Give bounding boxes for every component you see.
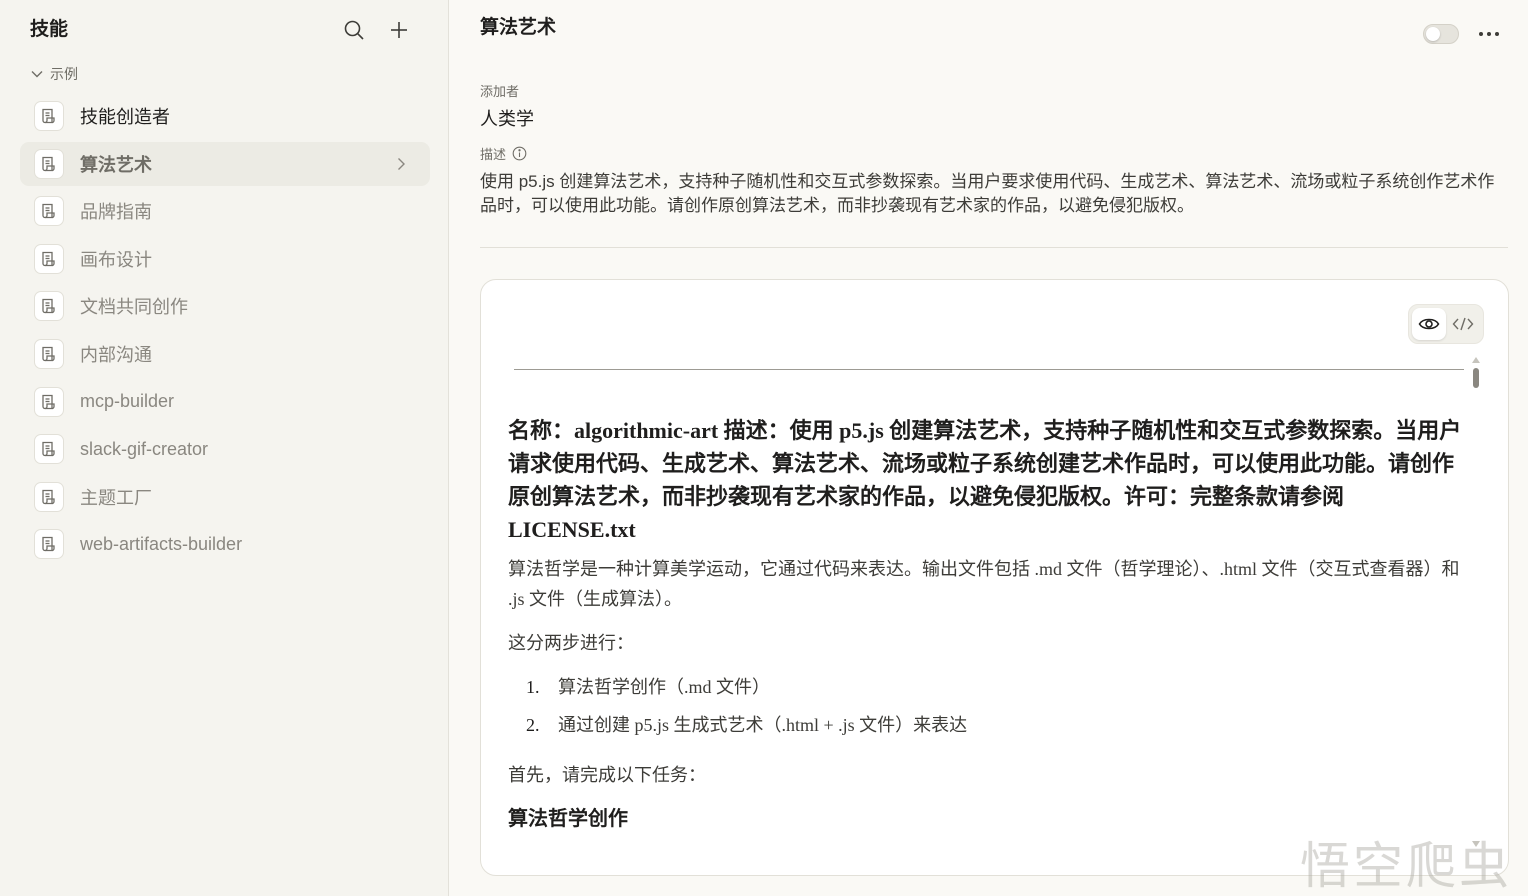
list-item: 2. 通过创建 p5.js 生成式艺术（.html + .js 文件）来表达 (526, 710, 1468, 740)
scroll-icon (34, 243, 64, 274)
sidebar-skill-item[interactable]: 主题工厂 (20, 475, 430, 519)
main-panel: 算法艺术 添加者 人类学 描述 使用 p5.js 创建算法艺术，支持种子随机性和… (450, 0, 1528, 896)
added-by-value: 人类学 (480, 109, 534, 129)
preview-view-button[interactable] (1412, 308, 1446, 340)
skill-content-card: 名称：algorithmic-art 描述：使用 p5.js 创建算法艺术，支持… (480, 279, 1509, 876)
skill-item-label: mcp-builder (80, 391, 175, 412)
first-task-text: 首先，请完成以下任务： (508, 765, 706, 785)
scroll-icon (34, 196, 64, 227)
document-subheading: 算法哲学创作 (508, 808, 628, 830)
sidebar-title: 技能 (30, 19, 69, 40)
scroll-icon (34, 481, 64, 512)
list-item-number: 2. (526, 715, 540, 735)
view-mode-toggle (1408, 304, 1484, 344)
skill-item-label: 画布设计 (80, 249, 152, 270)
scroll-icon (34, 529, 64, 560)
steps-intro: 这分两步进行： (508, 633, 634, 653)
skill-item-label: 文档共同创作 (80, 297, 188, 318)
search-icon (344, 20, 364, 40)
document-intro: 算法哲学是一种计算美学运动，它通过代码来表达。输出文件包括 .md 文件（哲学理… (508, 559, 1460, 609)
more-options-button[interactable] (1477, 22, 1501, 46)
sidebar-skill-item[interactable]: 文档共同创作 (20, 284, 430, 328)
search-button[interactable] (342, 18, 366, 42)
skill-list: 技能创造者算法艺术品牌指南画布设计文档共同创作 内部沟通 mcp-builder sl… (20, 94, 430, 570)
skill-item-label: 内部沟通 (80, 344, 152, 365)
scroll-icon (34, 338, 64, 369)
description-label: 描述 (480, 144, 527, 163)
skill-item-label: web-artifacts-builder (80, 533, 243, 554)
skill-item-label: 算法艺术 (80, 154, 152, 175)
steps-list: 1. 算法哲学创作（.md 文件） 2. 通过创建 p5.js 生成式艺术（.h… (526, 672, 1468, 740)
list-item-text: 算法哲学创作（.md 文件） (558, 677, 770, 697)
scroll-icon (34, 434, 64, 465)
description-text: 使用 p5.js 创建算法艺术，支持种子随机性和交互式参数探索。当用户要求使用代… (480, 172, 1495, 215)
skill-item-label: 品牌指南 (80, 202, 152, 223)
scroll-up-arrow-icon[interactable] (1471, 356, 1481, 364)
document-scrollbar-thumb[interactable] (1473, 368, 1479, 388)
list-item-number: 1. (526, 677, 540, 697)
divider (480, 247, 1508, 248)
skill-document: 名称：algorithmic-art 描述：使用 p5.js 创建算法艺术，支持… (508, 414, 1468, 850)
page-title: 算法艺术 (480, 17, 557, 38)
sidebar: 技能 示例 技能创造者算法艺术品牌指南画布设计文档共同创作 内部沟通 mcp-bui… (0, 0, 449, 896)
added-by-label: 添加者 (480, 81, 519, 100)
description-label-text: 描述 (480, 147, 507, 162)
info-icon[interactable] (512, 146, 527, 161)
sidebar-skill-item[interactable]: 算法艺术 (20, 141, 430, 186)
scroll-icon (34, 101, 64, 131)
chevron-right-icon (392, 155, 410, 173)
plus-icon (391, 22, 407, 38)
scroll-icon (34, 148, 64, 179)
watermark: 悟空爬虫 (1300, 837, 1512, 895)
skill-item-label: 技能创造者 (80, 107, 170, 127)
chevron-down-icon (31, 71, 43, 78)
group-label: 示例 (50, 66, 78, 82)
eye-icon (1418, 318, 1440, 330)
document-heading: 名称：algorithmic-art 描述：使用 p5.js 创建算法艺术，支持… (508, 418, 1462, 542)
ellipsis-icon (1479, 32, 1499, 36)
code-view-button[interactable] (1446, 308, 1480, 340)
scroll-icon (34, 386, 64, 417)
list-item: 1. 算法哲学创作（.md 文件） (526, 672, 1468, 702)
code-icon (1452, 317, 1474, 331)
add-skill-button[interactable] (387, 18, 411, 42)
document-rule (514, 369, 1464, 370)
sidebar-skill-item[interactable]: 画布设计 (20, 237, 430, 281)
sidebar-skill-item[interactable]: slack-gif-creator (20, 427, 430, 471)
group-toggle-examples[interactable]: 示例 (30, 64, 78, 84)
sidebar-skill-item[interactable]: web-artifacts-builder (20, 522, 430, 566)
skill-enable-toggle[interactable] (1423, 24, 1459, 44)
sidebar-skill-item[interactable]: 内部沟通 (20, 332, 430, 376)
sidebar-skill-item[interactable]: mcp-builder (20, 380, 430, 424)
scroll-icon (34, 291, 64, 322)
toggle-knob (1426, 27, 1440, 41)
sidebar-skill-item[interactable]: 品牌指南 (20, 189, 430, 233)
skill-item-label: slack-gif-creator (80, 438, 209, 459)
skill-item-label: 主题工厂 (80, 487, 152, 508)
added-by-label-text: 添加者 (480, 84, 520, 99)
sidebar-header: 技能 (30, 16, 418, 44)
sidebar-skill-item[interactable]: 技能创造者 (20, 94, 430, 138)
list-item-text: 通过创建 p5.js 生成式艺术（.html + .js 文件）来表达 (558, 715, 968, 735)
